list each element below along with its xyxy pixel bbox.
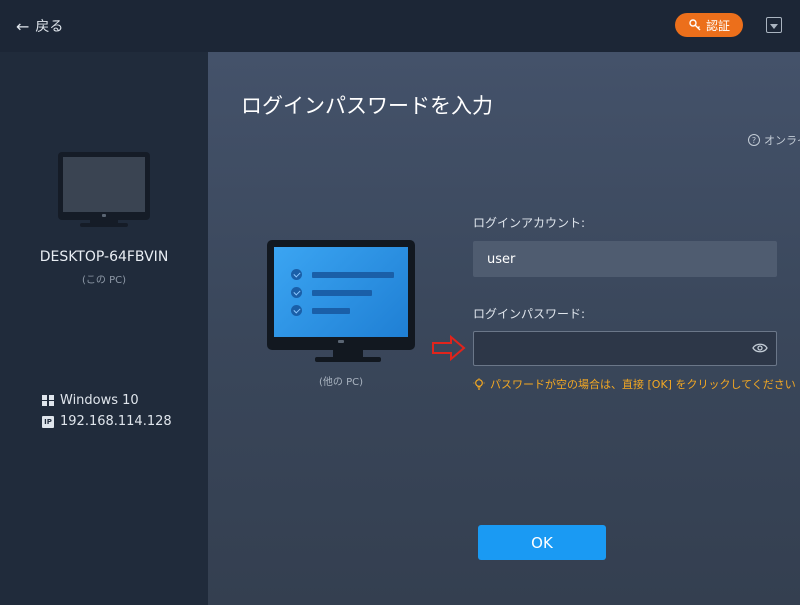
other-pc-monitor-icon xyxy=(267,240,415,350)
red-arrow-icon xyxy=(432,335,466,361)
hint-message: パスワードが空の場合は、直接 [OK] をクリックしてください xyxy=(473,376,796,392)
pc-name: DESKTOP-64FBVIN xyxy=(39,249,169,265)
help-circle-icon: ? xyxy=(748,134,760,146)
auth-button[interactable]: 認証 xyxy=(675,13,743,37)
other-pc-label: (他の PC) xyxy=(319,377,363,388)
ok-button[interactable]: OK xyxy=(478,525,606,560)
page-title: ログインパスワードを入力 xyxy=(241,94,493,118)
password-label: ログインパスワード: xyxy=(473,307,586,321)
windows-icon xyxy=(42,394,54,407)
pc-sub-label: (この PC) xyxy=(82,275,126,286)
auth-label: 認証 xyxy=(705,18,730,33)
bulb-icon xyxy=(473,378,485,390)
arrow-left-icon: ← xyxy=(16,16,30,36)
dropdown-icon[interactable] xyxy=(766,17,782,33)
main-panel: ログインパスワードを入力 ? オンライ (他の PC) ログインアカウント: u… xyxy=(208,52,800,605)
online-help-link[interactable]: ? オンライ xyxy=(748,132,800,148)
os-info: Windows 10 xyxy=(42,393,139,408)
ip-icon: IP xyxy=(42,415,54,428)
hint-text: パスワードが空の場合は、直接 [OK] をクリックしてください xyxy=(490,378,796,391)
back-button[interactable]: ← 戻る xyxy=(16,16,63,36)
online-help-label: オンライ xyxy=(764,134,800,147)
eye-icon[interactable] xyxy=(752,342,768,354)
account-field: user xyxy=(473,241,777,277)
top-bar: ← 戻る 認証 xyxy=(0,0,800,52)
this-pc-monitor-icon xyxy=(58,152,150,220)
os-label: Windows 10 xyxy=(60,393,139,408)
key-icon xyxy=(689,19,701,31)
ip-label: 192.168.114.128 xyxy=(60,414,172,429)
ip-info: IP 192.168.114.128 xyxy=(42,414,172,429)
password-field-container xyxy=(473,331,777,366)
sidebar: DESKTOP-64FBVIN (この PC) Windows 10 IP 19… xyxy=(0,52,208,605)
back-label: 戻る xyxy=(35,19,64,35)
password-input[interactable] xyxy=(474,332,734,365)
account-label: ログインアカウント: xyxy=(473,216,586,230)
